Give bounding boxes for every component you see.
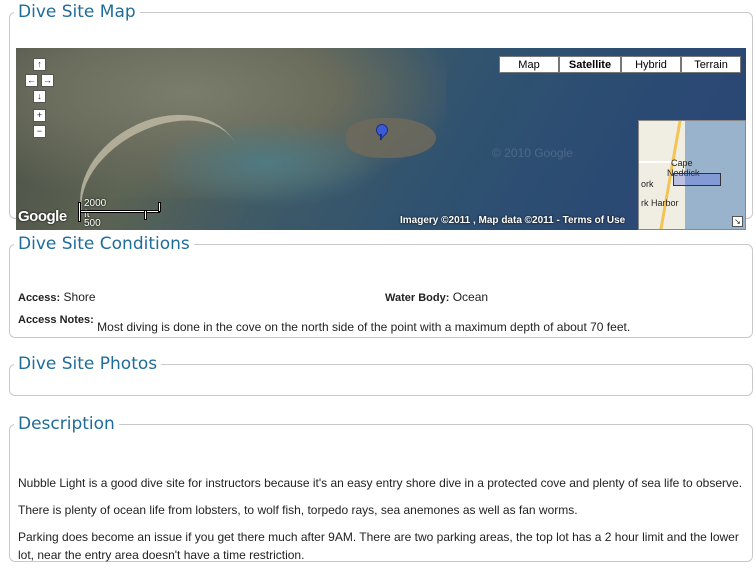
access-notes-row: Access Notes: Most diving is done in the…: [18, 314, 630, 334]
access-notes-value: Most diving is done in the cove on the n…: [97, 320, 631, 334]
map-type-hybrid-button[interactable]: Hybrid: [621, 56, 681, 73]
scale-top-label: 2000 ft: [84, 198, 107, 220]
dive-site-photos-section: Dive Site Photos: [9, 354, 753, 396]
pan-left-button[interactable]: ←: [25, 74, 38, 87]
scale-bottom-label: 500 m: [84, 218, 101, 230]
scale-bar-metric-tick: [144, 210, 147, 220]
overview-label-harbor: rk Harbor: [641, 198, 679, 208]
dive-site-map-section: Dive Site Map ↑ ← → ↓ + − Map Satellite …: [9, 2, 753, 230]
overview-viewport[interactable]: [673, 173, 721, 186]
map-watermark: © 2010 Google: [492, 146, 573, 160]
description-paragraph: Parking does become an issue if you get …: [18, 530, 739, 562]
pan-down-button[interactable]: ↓: [33, 90, 46, 103]
description-section: Description Nubble Light is a good dive …: [9, 414, 753, 562]
satellite-map[interactable]: ↑ ← → ↓ + − Map Satellite Hybrid Terrain…: [16, 48, 746, 230]
zoom-out-button[interactable]: −: [33, 125, 46, 138]
map-point: [346, 118, 436, 158]
water-body-label: Water Body:: [385, 292, 450, 304]
dive-site-conditions-section: Dive Site Conditions Access: Shore Water…: [9, 234, 753, 338]
map-type-terrain-button[interactable]: Terrain: [681, 56, 741, 73]
dive-site-marker-tail: [380, 134, 382, 140]
overview-label-cape: Cape: [671, 158, 693, 168]
map-type-map-button[interactable]: Map: [499, 56, 559, 73]
pan-right-button[interactable]: →: [41, 74, 54, 87]
access-value: Shore: [63, 290, 96, 304]
conditions-section-title: Dive Site Conditions: [18, 234, 190, 254]
scale-bar-left-tick: [78, 202, 81, 222]
imagery-credit: Imagery ©2011: [400, 215, 471, 226]
access-notes-label: Access Notes:: [18, 314, 94, 326]
map-type-satellite-button[interactable]: Satellite: [559, 56, 621, 73]
description-paragraph: There is plenty of ocean life from lobst…: [18, 503, 578, 517]
scale-bar-horizontal: [78, 210, 160, 213]
photos-section-title: Dive Site Photos: [18, 354, 158, 374]
description-section-title: Description: [18, 414, 115, 434]
water-body-value: Ocean: [452, 290, 489, 304]
description-paragraph: Nubble Light is a good dive site for ins…: [18, 476, 743, 490]
google-logo: Google: [18, 208, 67, 225]
pan-up-button[interactable]: ↑: [33, 58, 46, 71]
map-section-title: Dive Site Map: [18, 2, 136, 22]
water-body-row: Water Body: Ocean: [385, 290, 488, 304]
scale-bar-right-tick: [158, 202, 161, 212]
access-label: Access:: [18, 292, 61, 304]
overview-map[interactable]: Cape Neddick ork rk Harbor ↘: [638, 120, 746, 230]
map-data-credit: , Map data ©2011 -: [472, 215, 560, 226]
overview-label-york: ork: [641, 179, 654, 189]
zoom-in-button[interactable]: +: [33, 109, 46, 122]
map-copyright: Imagery ©2011 , Map data ©2011 - Terms o…: [400, 215, 625, 226]
terms-of-use-link[interactable]: Terms of Use: [563, 215, 626, 226]
access-row: Access: Shore: [18, 290, 96, 304]
overview-collapse-icon[interactable]: ↘: [732, 216, 743, 227]
